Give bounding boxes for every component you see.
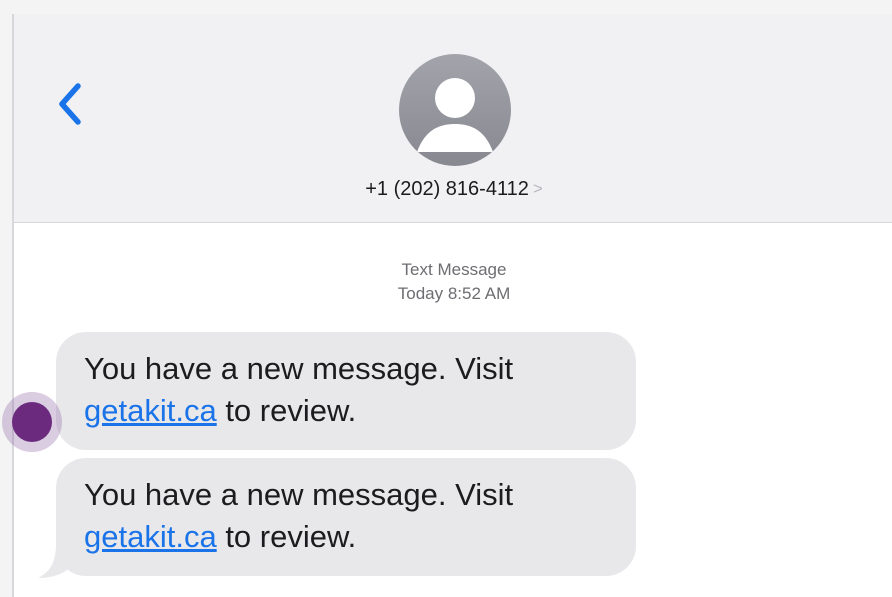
- annotation-marker: [2, 392, 62, 452]
- service-label: Text Message: [401, 260, 507, 279]
- annotation-dot: [12, 402, 52, 442]
- bubble-tail: [38, 544, 72, 578]
- contact-number: +1 (202) 816-4112: [365, 178, 529, 200]
- contact-avatar[interactable]: [399, 54, 511, 166]
- timestamp: Today 8:52 AM: [397, 284, 511, 303]
- message-text: You have a new message. Visit: [84, 477, 514, 512]
- contact-name-button[interactable]: +1 (202) 816-4112 >: [314, 178, 594, 201]
- screenshot-frame: +1 (202) 816-4112 > Text Message Today 8:…: [0, 0, 892, 597]
- chevron-right-icon: >: [532, 179, 543, 198]
- conversation-timestamp: Text Message Today 8:52 AM: [304, 258, 604, 306]
- messages-screen: +1 (202) 816-4112 > Text Message Today 8:…: [2, 14, 892, 597]
- message-text: You have a new message. Visit: [84, 351, 514, 386]
- message-link[interactable]: getakit.ca: [84, 393, 217, 428]
- message-text: to review.: [216, 393, 357, 428]
- conversation-header: +1 (202) 816-4112 >: [14, 14, 892, 223]
- message-link[interactable]: getakit.ca: [84, 519, 217, 554]
- message-text: to review.: [216, 519, 357, 554]
- person-silhouette-icon: [417, 78, 493, 152]
- back-button[interactable]: [50, 74, 90, 134]
- message-bubble[interactable]: You have a new message. Visit getakit.ca…: [56, 458, 636, 576]
- message-bubble[interactable]: You have a new message. Visit getakit.ca…: [56, 332, 636, 450]
- chevron-left-icon: [59, 83, 81, 125]
